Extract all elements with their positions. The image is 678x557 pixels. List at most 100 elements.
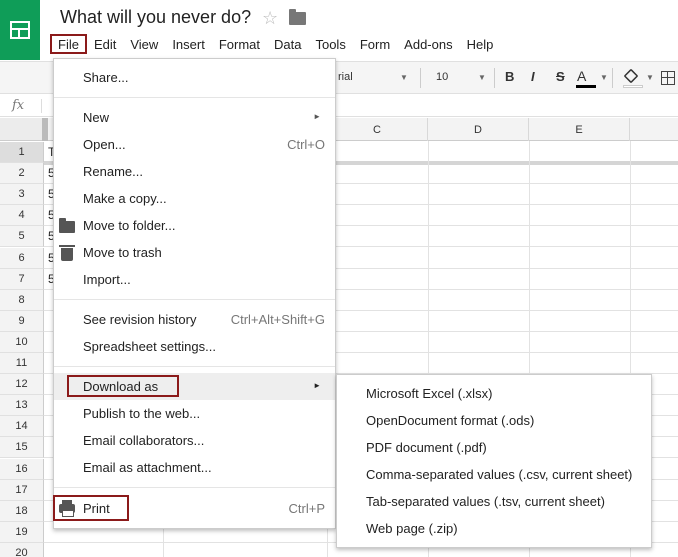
row-header[interactable]: 19 <box>0 522 44 543</box>
fx-icon: fx <box>12 98 25 113</box>
row-header[interactable]: 20 <box>0 543 44 557</box>
text-color-swatch <box>576 85 596 88</box>
doc-title[interactable]: What will you never do? <box>60 7 251 28</box>
column-header-d[interactable]: D <box>428 118 529 141</box>
menu-format[interactable]: Format <box>212 34 267 54</box>
row-header[interactable]: 16 <box>0 459 44 480</box>
menu-item-move-folder[interactable]: Move to folder... <box>54 212 335 239</box>
menu-item-open[interactable]: Open... Ctrl+O <box>54 131 335 158</box>
menu-item-revision-history[interactable]: See revision history Ctrl+Alt+Shift+G <box>54 306 335 333</box>
font-selector[interactable]: rial <box>338 71 353 83</box>
menu-item-trash[interactable]: Move to trash <box>54 239 335 266</box>
download-tsv[interactable]: Tab-separated values (.tsv, current shee… <box>337 488 651 515</box>
column-header-e[interactable]: E <box>529 118 630 141</box>
menu-item-label: Share... <box>83 70 129 85</box>
freeze-handle[interactable] <box>42 118 48 141</box>
row-header[interactable]: 15 <box>0 437 44 458</box>
row-header[interactable]: 6 <box>0 248 44 269</box>
menubar: File Edit View Insert Format Data Tools … <box>50 34 500 54</box>
chevron-down-icon[interactable]: ▼ <box>478 73 486 82</box>
submenu-arrow-icon: ► <box>313 381 321 390</box>
menu-item-email-attachment[interactable]: Email as attachment... <box>54 454 335 481</box>
text-color-button[interactable]: A <box>577 68 586 84</box>
bold-button[interactable]: B <box>505 69 514 84</box>
download-ods[interactable]: OpenDocument format (.ods) <box>337 407 651 434</box>
menu-addons[interactable]: Add-ons <box>397 34 459 54</box>
download-submenu: Microsoft Excel (.xlsx) OpenDocument for… <box>336 374 652 548</box>
menu-item-label: Move to trash <box>83 245 162 260</box>
download-zip[interactable]: Web page (.zip) <box>337 515 651 542</box>
menu-data[interactable]: Data <box>267 34 308 54</box>
row-header[interactable]: 13 <box>0 395 44 416</box>
menu-insert[interactable]: Insert <box>165 34 212 54</box>
menu-divider <box>54 366 335 367</box>
folder-icon[interactable] <box>289 9 306 25</box>
row-header[interactable]: 11 <box>0 353 44 374</box>
menu-item-label: Tab-separated values (.tsv, current shee… <box>366 494 605 509</box>
menu-item-share[interactable]: Share... <box>54 64 335 91</box>
submenu-arrow-icon: ► <box>313 112 321 121</box>
borders-icon[interactable] <box>661 71 675 85</box>
menu-help[interactable]: Help <box>460 34 501 54</box>
chevron-down-icon[interactable]: ▼ <box>646 73 654 82</box>
menu-item-label: Comma-separated values (.csv, current sh… <box>366 467 633 482</box>
sheets-logo-icon[interactable] <box>0 0 40 60</box>
row-header[interactable]: 17 <box>0 480 44 501</box>
menu-item-publish[interactable]: Publish to the web... <box>54 400 335 427</box>
menu-item-label: PDF document (.pdf) <box>366 440 487 455</box>
menu-item-settings[interactable]: Spreadsheet settings... <box>54 333 335 360</box>
fill-color-swatch <box>623 85 643 88</box>
shortcut-label: Ctrl+P <box>288 501 325 516</box>
star-icon[interactable]: ☆ <box>262 8 278 29</box>
row-header[interactable]: 2 <box>0 163 44 184</box>
fill-color-icon[interactable] <box>623 68 639 84</box>
menu-item-import[interactable]: Import... <box>54 266 335 293</box>
row-header[interactable]: 12 <box>0 374 44 395</box>
row-header[interactable]: 5 <box>0 226 44 247</box>
row-header[interactable]: 14 <box>0 416 44 437</box>
download-xlsx[interactable]: Microsoft Excel (.xlsx) <box>337 380 651 407</box>
menu-tools[interactable]: Tools <box>308 34 352 54</box>
menu-item-label: Open... <box>83 137 126 152</box>
column-header-c[interactable]: C <box>327 118 428 141</box>
strikethrough-button[interactable]: S <box>556 69 565 84</box>
row-header[interactable]: 1 <box>0 142 44 163</box>
menu-divider <box>54 299 335 300</box>
menu-item-label: Microsoft Excel (.xlsx) <box>366 386 493 401</box>
italic-button[interactable]: I <box>531 69 535 84</box>
menu-item-label: Email collaborators... <box>83 433 205 448</box>
row-header[interactable]: 7 <box>0 269 44 290</box>
print-highlight <box>53 495 129 521</box>
row-header[interactable]: 3 <box>0 184 44 205</box>
shortcut-label: Ctrl+O <box>287 137 325 152</box>
menu-item-rename[interactable]: Rename... <box>54 158 335 185</box>
menu-edit[interactable]: Edit <box>87 34 123 54</box>
menu-view[interactable]: View <box>123 34 165 54</box>
toolbar-divider <box>420 68 421 88</box>
chevron-down-icon[interactable]: ▼ <box>600 73 608 82</box>
menu-item-label: Make a copy... <box>83 191 167 206</box>
row-header[interactable]: 10 <box>0 332 44 353</box>
menu-item-email-collaborators[interactable]: Email collaborators... <box>54 427 335 454</box>
select-all-corner[interactable] <box>0 118 44 141</box>
menu-item-label: Spreadsheet settings... <box>83 339 216 354</box>
download-csv[interactable]: Comma-separated values (.csv, current sh… <box>337 461 651 488</box>
toolbar-divider <box>612 68 613 88</box>
menu-divider <box>54 97 335 98</box>
download-pdf[interactable]: PDF document (.pdf) <box>337 434 651 461</box>
menu-item-make-copy[interactable]: Make a copy... <box>54 185 335 212</box>
row-header[interactable]: 9 <box>0 311 44 332</box>
row-header[interactable]: 4 <box>0 205 44 226</box>
menu-item-label: Publish to the web... <box>83 406 201 421</box>
font-size-selector[interactable]: 10 <box>436 71 448 83</box>
chevron-down-icon[interactable]: ▼ <box>400 73 408 82</box>
menu-form[interactable]: Form <box>353 34 397 54</box>
menu-item-label: Email as attachment... <box>83 460 212 475</box>
row-header[interactable]: 8 <box>0 290 44 311</box>
menu-item-new[interactable]: New ► <box>54 104 335 131</box>
row-header[interactable]: 18 <box>0 501 44 522</box>
toolbar-divider <box>494 68 495 88</box>
menu-file[interactable]: File <box>50 34 87 54</box>
formula-divider <box>41 99 42 113</box>
menu-item-label: Move to folder... <box>83 218 176 233</box>
